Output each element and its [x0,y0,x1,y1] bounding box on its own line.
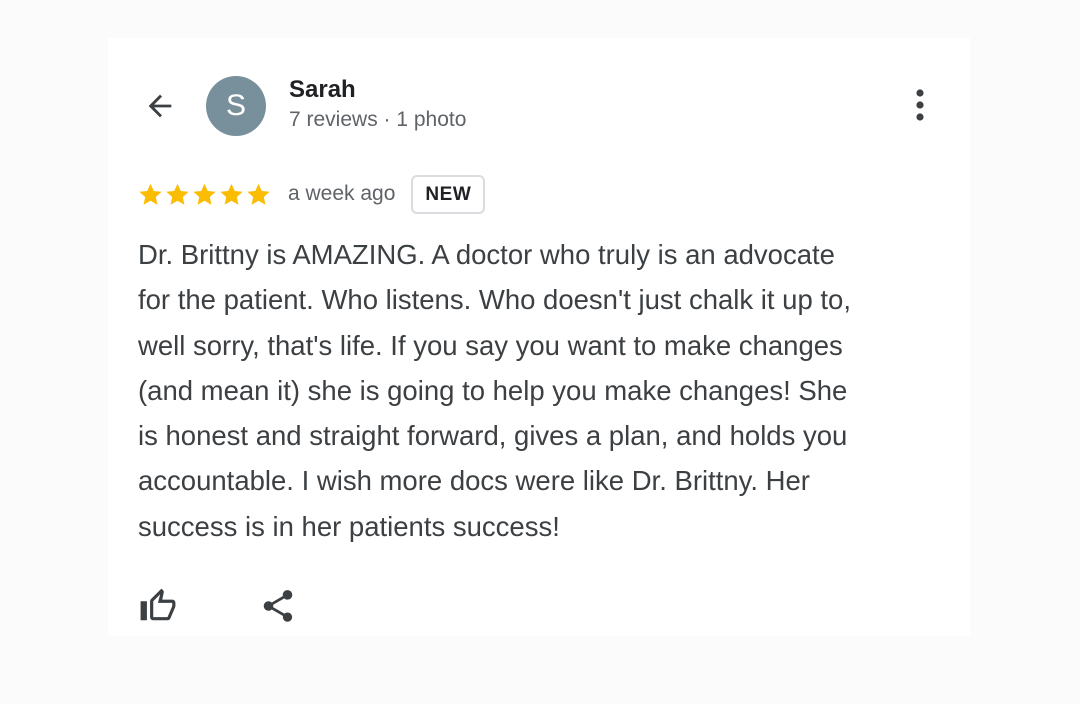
review-time: a week ago [288,182,396,205]
thumbs-up-icon [140,588,176,621]
share-button[interactable] [256,584,300,628]
star-rating [137,181,272,208]
more-options-button[interactable] [900,84,940,126]
rating-row: a week ago NEW [137,172,486,216]
avatar-initial: S [225,89,246,122]
reviewer-name[interactable]: Sarah [289,76,356,104]
star-icon [139,183,162,205]
arrow-left-icon [148,94,172,118]
star-icon [220,183,243,205]
reviewer-meta: 7 reviews · 1 photo [289,108,467,131]
new-badge: NEW [411,174,486,214]
back-button[interactable] [140,86,180,126]
star-icon [193,183,216,205]
avatar[interactable]: S [206,76,266,136]
more-vertical-icon [916,89,924,121]
like-button[interactable] [136,584,180,628]
star-icon [166,183,189,205]
review-text: Dr. Brittny is AMAZING. A doctor who tru… [138,239,851,542]
share-icon [263,590,293,622]
star-icon [247,183,270,205]
